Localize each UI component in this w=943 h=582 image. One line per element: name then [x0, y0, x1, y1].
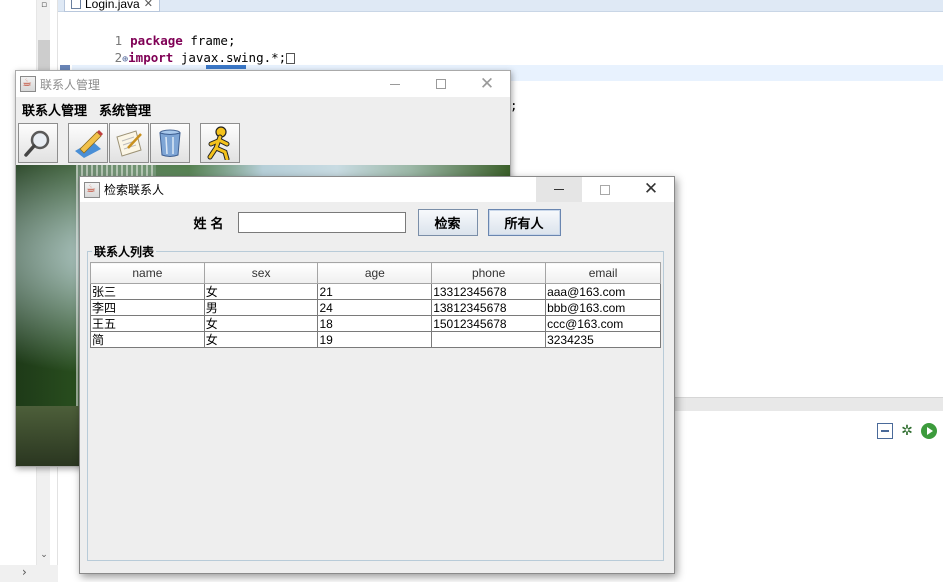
table-header-row: name sex age phone email	[90, 262, 661, 284]
java-app-icon	[84, 181, 100, 198]
dialog-title: 检索联系人	[104, 183, 165, 197]
code-line: 1 package frame;	[114, 33, 236, 48]
search-row: 姓名 检索 所有人	[80, 202, 674, 242]
editor-tab-login-java[interactable]: Login.java ✕	[64, 0, 160, 12]
code-line: 6	[80, 48, 130, 82]
table-cell[interactable]: 简	[90, 331, 205, 348]
close-icon: ✕	[479, 73, 495, 94]
column-header-phone[interactable]: phone	[431, 262, 547, 284]
name-label: 姓名	[193, 216, 228, 232]
table-cell[interactable]: 3234235	[545, 331, 661, 348]
table-row[interactable]: 王五 女 18 15012345678 ccc@163.com	[90, 315, 661, 332]
minimize-button[interactable]	[372, 71, 418, 97]
code-fragment: ;	[510, 98, 518, 113]
table-row[interactable]: 张三 女 21 13312345678 aaa@163.com	[90, 283, 661, 300]
minimize-icon	[554, 189, 564, 190]
code-line: 2⊕import javax.swing.*;	[80, 31, 296, 65]
table-cell[interactable]	[431, 331, 547, 348]
ide-bottom-scrollbar[interactable]: ›	[0, 565, 58, 582]
table-cell[interactable]: ccc@163.com	[545, 315, 661, 332]
delete-contact-button[interactable]	[150, 123, 190, 163]
table-cell[interactable]: 李四	[90, 299, 205, 316]
table-cell[interactable]: 13312345678	[431, 283, 547, 300]
maximize-button[interactable]	[418, 71, 464, 97]
table-cell[interactable]: 19	[317, 331, 433, 348]
dialog-window-controls: ✕	[536, 177, 674, 202]
close-button[interactable]: ✕	[464, 71, 510, 97]
close-button[interactable]: ✕	[628, 177, 674, 202]
column-header-name[interactable]: name	[90, 262, 205, 284]
add-contact-button[interactable]	[68, 123, 108, 163]
edit-icon	[75, 130, 103, 158]
table-cell[interactable]: 王五	[90, 315, 205, 332]
column-header-sex[interactable]: sex	[203, 262, 319, 284]
notepad-icon	[116, 130, 142, 157]
table-cell[interactable]: 24	[317, 299, 433, 316]
minimize-button[interactable]	[536, 177, 582, 202]
editor-tab-bar: Login.java ✕	[58, 0, 943, 12]
scroll-up-arrow-icon[interactable]: ▫	[37, 0, 51, 12]
chevron-right-icon[interactable]: ›	[22, 565, 27, 579]
console-toolbar: ✲	[877, 423, 937, 439]
table-cell[interactable]: 15012345678	[431, 315, 547, 332]
search-button[interactable]: 检索	[417, 208, 478, 236]
main-window-title: 联系人管理	[40, 77, 101, 92]
table-cell[interactable]: 男	[203, 299, 319, 316]
table-row[interactable]: 李四 男 24 13812345678 bbb@163.com	[90, 299, 661, 316]
table-cell[interactable]: bbb@163.com	[545, 299, 661, 316]
table-cell[interactable]: 女	[203, 283, 319, 300]
column-header-age[interactable]: age	[317, 262, 433, 284]
search-icon	[24, 130, 50, 157]
menu-system-management[interactable]: 系统管理	[99, 100, 151, 119]
table-cell[interactable]: 13812345678	[431, 299, 547, 316]
run-icon[interactable]	[921, 423, 937, 439]
main-window-titlebar[interactable]: 联系人管理 ✕	[16, 71, 510, 97]
trash-can-icon	[159, 129, 181, 157]
name-search-input[interactable]	[237, 211, 406, 233]
contacts-table[interactable]: name sex age phone email 张三 女 21 1331234…	[90, 262, 661, 348]
maximize-button[interactable]	[582, 177, 628, 202]
minimize-icon	[390, 83, 400, 85]
search-contact-dialog: 检索联系人 ✕ 姓名 检索 所有人 联系人列表 name sex age pho…	[79, 176, 675, 574]
folded-code-box-icon[interactable]	[286, 53, 296, 64]
scroll-down-arrow-icon[interactable]: ⌄	[37, 548, 51, 562]
table-empty-area[interactable]	[90, 348, 661, 558]
search-contact-button[interactable]	[18, 123, 58, 163]
close-icon[interactable]: ✕	[144, 0, 153, 11]
menu-contact-management[interactable]: 联系人管理	[22, 100, 87, 119]
table-cell[interactable]: 女	[203, 331, 319, 348]
window-controls: ✕	[372, 71, 510, 97]
close-icon: ✕	[643, 179, 659, 199]
maximize-icon	[600, 184, 610, 195]
table-row[interactable]: 简 女 19 3234235	[90, 331, 661, 348]
java-file-icon	[71, 0, 81, 9]
contact-list-title: 联系人列表	[92, 243, 157, 260]
running-man-icon	[207, 126, 230, 160]
edit-contact-button[interactable]	[109, 123, 149, 163]
table-cell[interactable]: 18	[317, 315, 433, 332]
debug-icon[interactable]: ✲	[899, 423, 915, 439]
main-toolbar	[16, 121, 510, 165]
show-all-button[interactable]: 所有人	[487, 208, 561, 236]
dialog-titlebar[interactable]: 检索联系人 ✕	[80, 177, 674, 202]
column-header-email[interactable]: email	[545, 262, 661, 284]
contact-list-group: 联系人列表 name sex age phone email 张三 女 21 1…	[87, 243, 664, 561]
minimize-panel-icon[interactable]	[877, 423, 893, 439]
table-cell[interactable]: aaa@163.com	[545, 283, 661, 300]
editor-tab-label: Login.java	[85, 0, 140, 11]
maximize-icon	[436, 79, 446, 89]
java-app-icon	[20, 76, 36, 92]
table-cell[interactable]: 21	[317, 283, 433, 300]
exit-button[interactable]	[200, 123, 240, 163]
menu-bar: 联系人管理 系统管理	[16, 97, 510, 121]
table-cell[interactable]: 张三	[90, 283, 205, 300]
table-cell[interactable]: 女	[203, 315, 319, 332]
